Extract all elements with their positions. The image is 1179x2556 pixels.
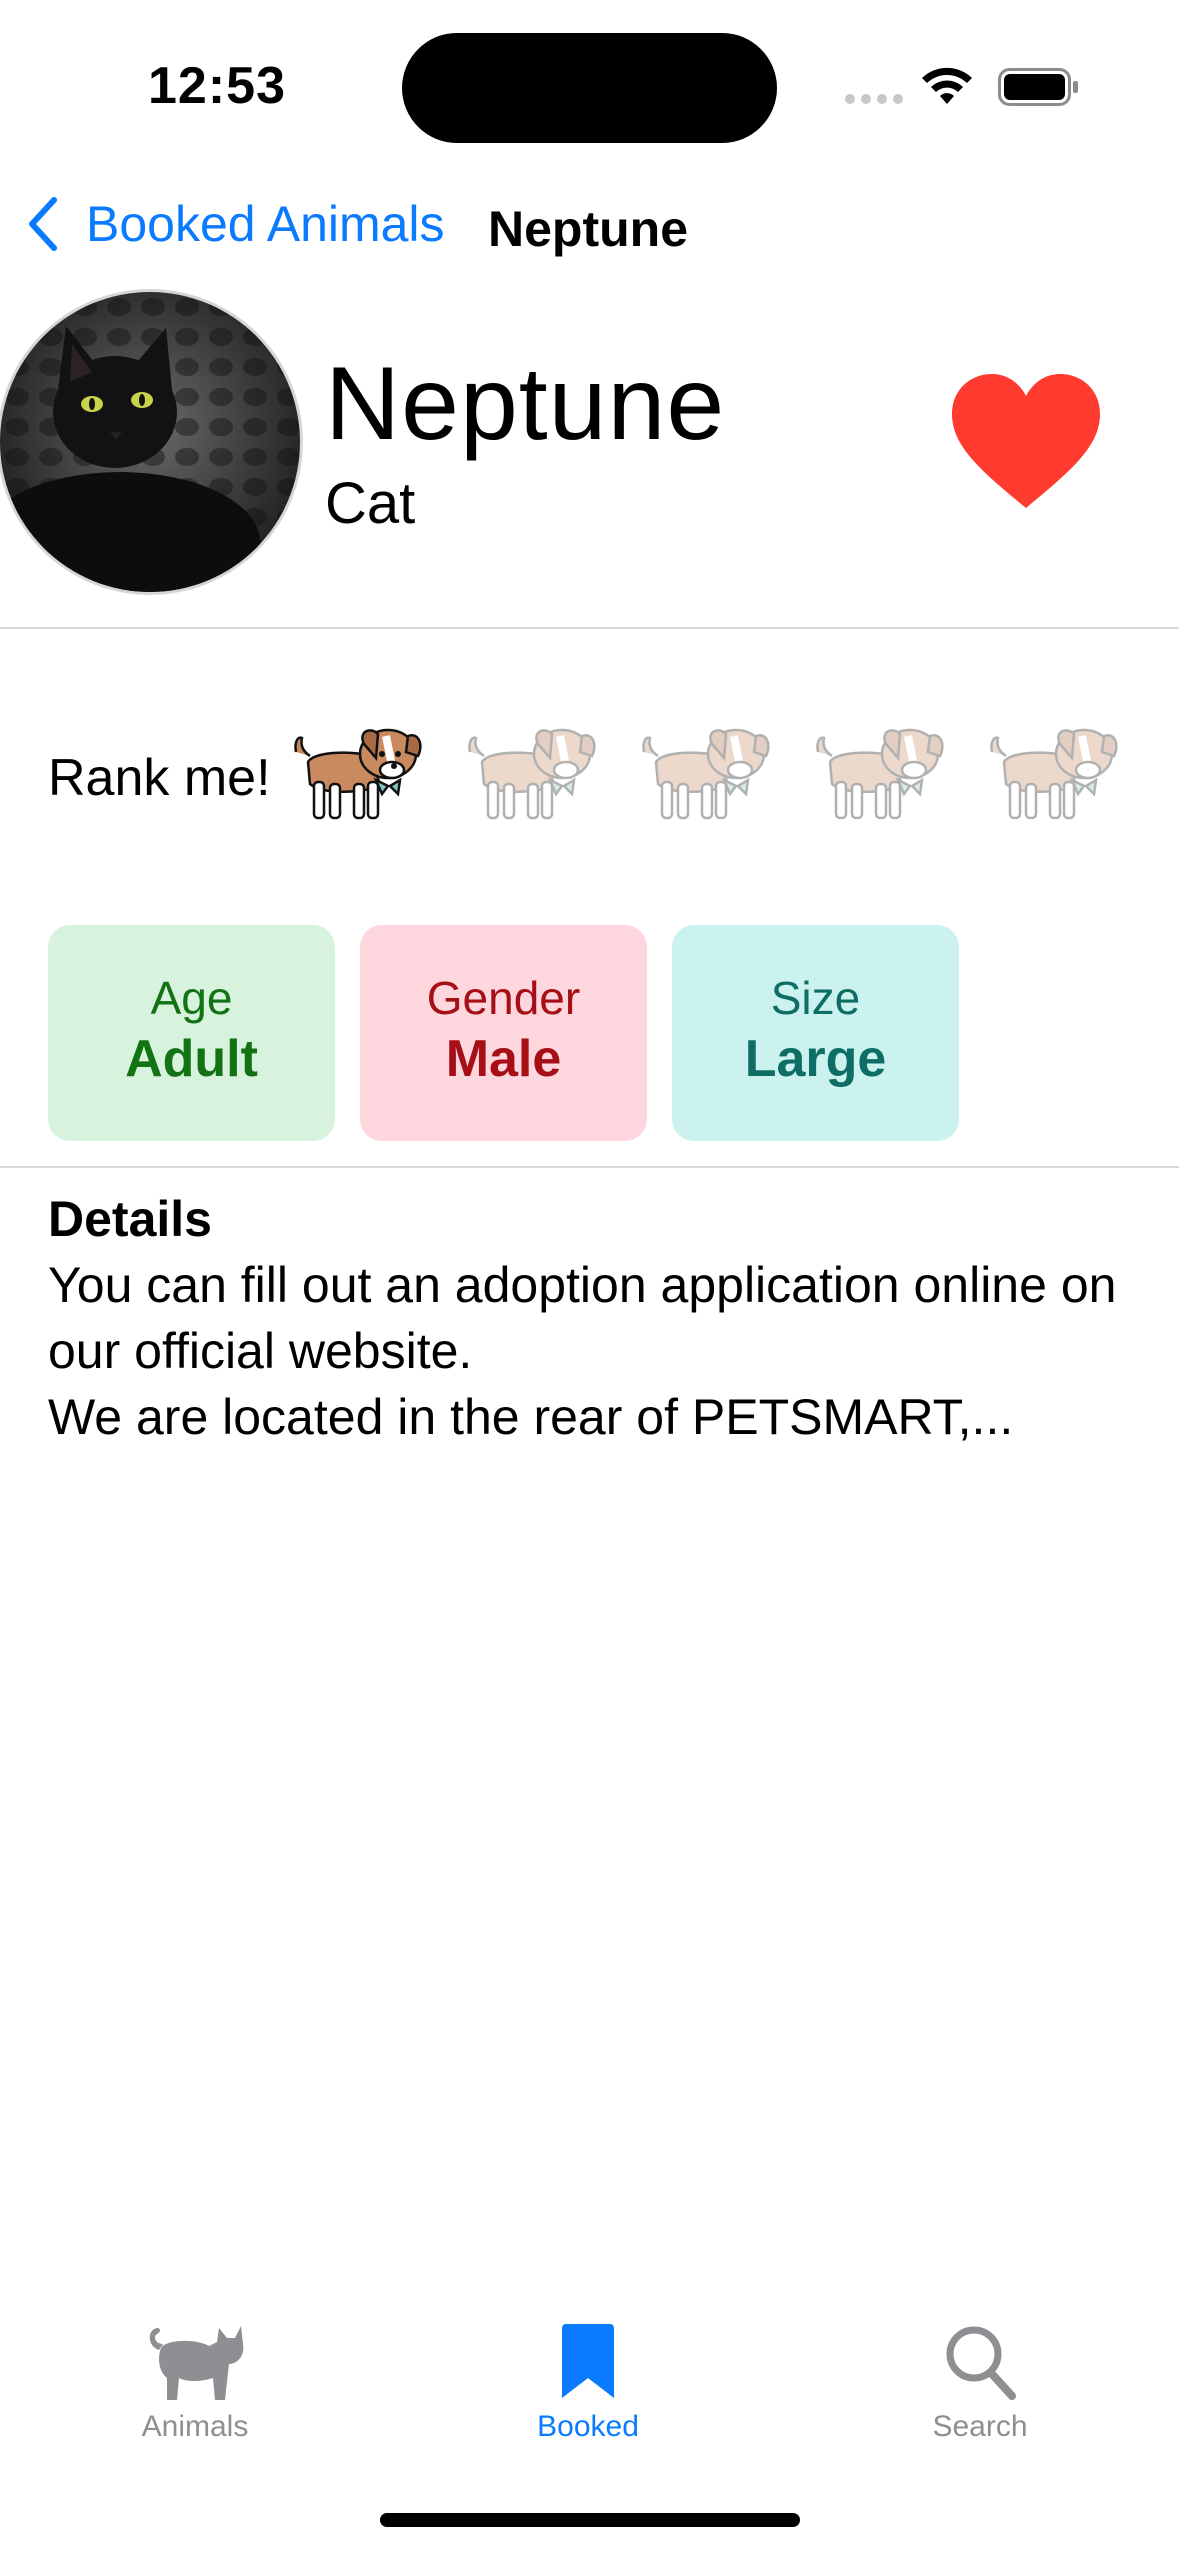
- battery-icon: [998, 68, 1078, 106]
- tab-search[interactable]: Search: [860, 2320, 1100, 2444]
- cellular-signal-icon: [845, 94, 903, 104]
- dynamic-island: [402, 33, 777, 143]
- tab-booked-label: Booked: [537, 2410, 639, 2443]
- details-text: You can fill out an adoption application…: [48, 1257, 1117, 1445]
- size-card: Size Large: [672, 925, 959, 1141]
- size-label: Size: [770, 972, 861, 1024]
- gender-card: Gender Male: [360, 925, 647, 1141]
- rank-puppy-2[interactable]: [462, 722, 600, 830]
- details-title: Details: [48, 1191, 212, 1247]
- age-label: Age: [150, 972, 233, 1024]
- rank-puppy-4[interactable]: [810, 722, 948, 830]
- animal-species: Cat: [325, 471, 416, 536]
- rank-puppy-5[interactable]: [984, 722, 1122, 830]
- tab-animals-label: Animals: [141, 2410, 249, 2443]
- wifi-icon: [922, 67, 972, 104]
- magnifier-icon: [946, 2326, 1016, 2400]
- tab-search-label: Search: [932, 2410, 1028, 2443]
- nav-title: Neptune: [488, 201, 688, 257]
- bookmark-icon: [562, 2324, 614, 2398]
- age-value: Adult: [125, 1030, 258, 1088]
- rank-puppy-3[interactable]: [636, 722, 774, 830]
- status-time: 12:53: [148, 57, 286, 115]
- home-indicator[interactable]: [380, 2513, 800, 2527]
- heart-icon[interactable]: [950, 372, 1102, 512]
- tab-animals[interactable]: Animals: [75, 2320, 315, 2444]
- rank-puppy-1[interactable]: [288, 722, 426, 830]
- navigation-bar: Booked Animals Neptune: [0, 180, 1179, 270]
- gender-label: Gender: [426, 972, 581, 1024]
- cat-icon: [149, 2326, 244, 2400]
- animal-photo: [0, 292, 300, 592]
- back-button-label: Booked Animals: [86, 196, 445, 252]
- age-card: Age Adult: [48, 925, 335, 1141]
- gender-value: Male: [445, 1030, 562, 1088]
- back-button[interactable]: Booked Animals: [24, 194, 445, 254]
- tab-booked[interactable]: Booked: [468, 2320, 708, 2444]
- status-bar: 12:53: [0, 0, 1179, 160]
- header-divider: [0, 627, 1179, 629]
- details-divider: [0, 1166, 1179, 1168]
- size-value: Large: [744, 1030, 887, 1088]
- animal-name: Neptune: [325, 346, 726, 462]
- chevron-left-icon: [29, 197, 57, 251]
- rank-label: Rank me!: [48, 749, 271, 807]
